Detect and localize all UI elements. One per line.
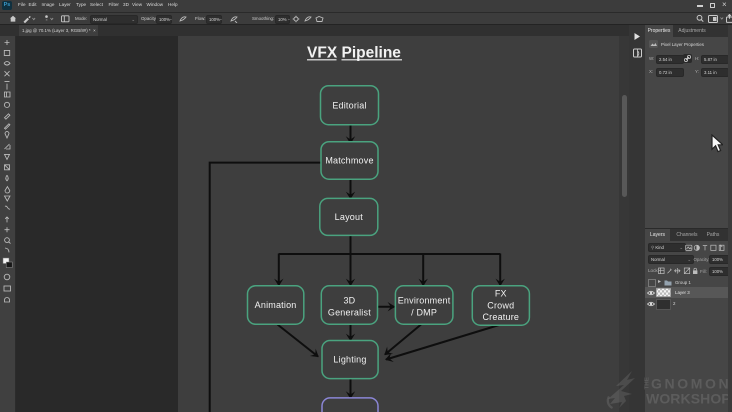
svg-text:Generalist: Generalist — [328, 307, 371, 317]
svg-text:/ DMP: / DMP — [411, 307, 437, 317]
svg-text:VFX Pipeline: VFX Pipeline — [307, 45, 401, 62]
svg-text:Lighting: Lighting — [333, 355, 366, 365]
svg-text:WORKSHOP: WORKSHOP — [646, 391, 731, 407]
svg-text:THE: THE — [644, 377, 651, 389]
svg-text:Creature: Creature — [482, 312, 519, 322]
svg-text:Animation: Animation — [255, 300, 297, 310]
svg-text:FX: FX — [495, 289, 507, 299]
svg-text:Crowd: Crowd — [487, 300, 514, 310]
svg-text:Layout: Layout — [335, 212, 364, 222]
svg-text:3D: 3D — [343, 295, 355, 305]
svg-text:Editorial: Editorial — [332, 101, 366, 111]
svg-text:Matchmove: Matchmove — [325, 156, 373, 166]
svg-text:Environment: Environment — [398, 295, 451, 305]
svg-text:GNOMON: GNOMON — [651, 376, 731, 392]
